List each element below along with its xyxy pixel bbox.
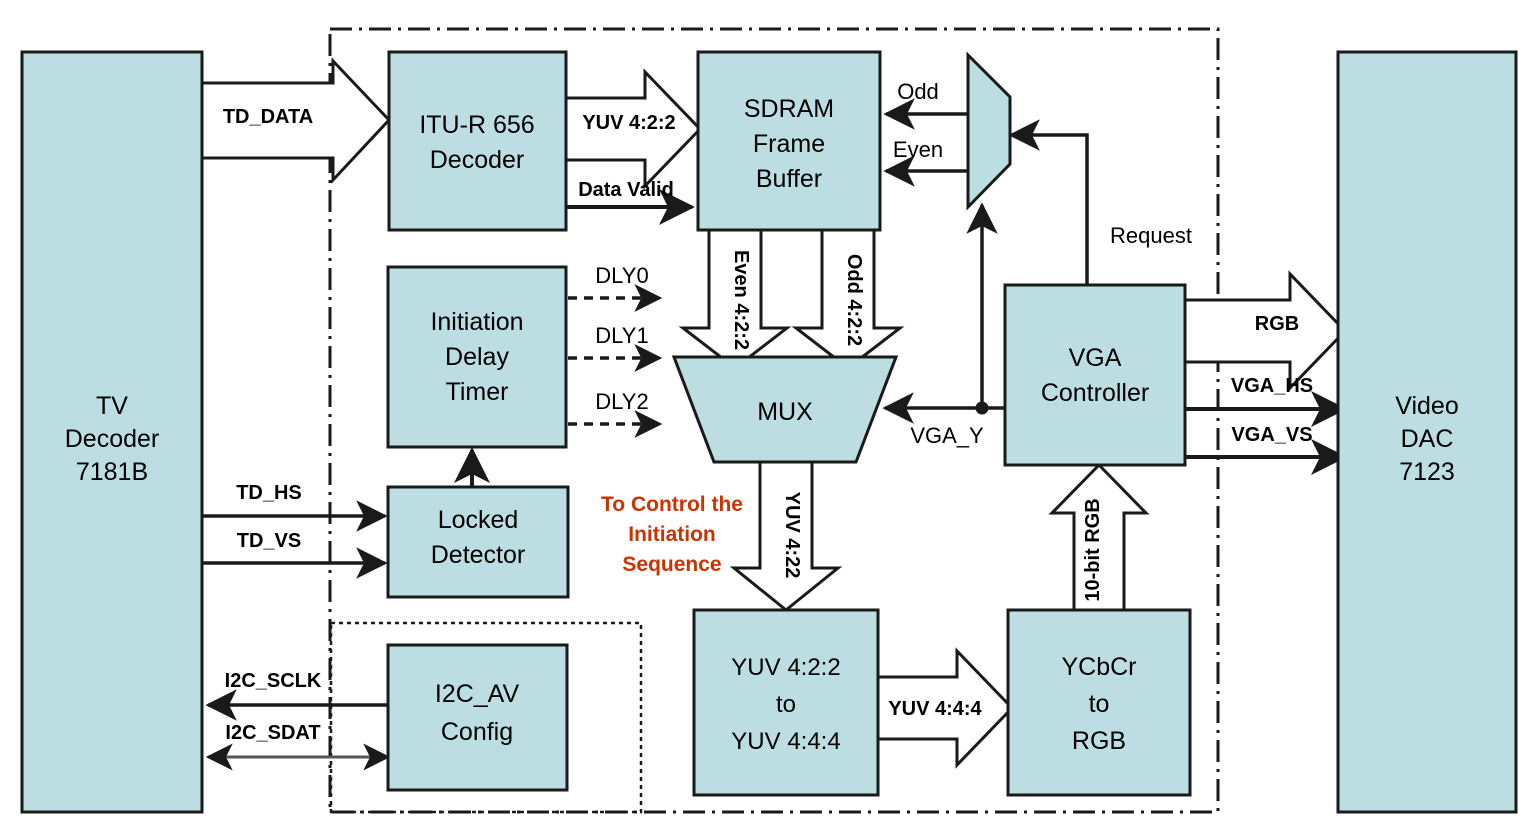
label-vga-hs: VGA_HS <box>1231 375 1313 397</box>
label-yuv444: YUV 4:4:4 <box>888 698 982 720</box>
yuv-conv-label-1: YUV 4:2:2 <box>731 654 840 681</box>
label-vga-y: VGA_Y <box>910 423 984 448</box>
tv-decoder-label-3: 7181B <box>76 458 148 486</box>
label-td-data: TD_DATA <box>223 106 313 128</box>
label-dly0: DLY0 <box>595 263 648 288</box>
itu-decoder-label-1: ITU-R 656 <box>419 111 534 139</box>
vga-controller-label-1: VGA <box>1069 344 1122 372</box>
label-data-valid: Data Valid <box>578 179 674 201</box>
yuv-conv-label-2: to <box>776 691 796 718</box>
wire-request <box>1008 119 1089 285</box>
mux-label: MUX <box>757 398 813 426</box>
label-even-422: Even 4:2:2 <box>730 250 752 350</box>
block-locked-detector[interactable]: Locked Detector <box>386 485 570 599</box>
block-video-dac[interactable]: Video DAC 7123 <box>1336 50 1518 814</box>
label-i2c-sdat: I2C_SDAT <box>225 722 320 744</box>
block-mux[interactable]: MUX <box>671 355 899 464</box>
sdram-label-3: Buffer <box>756 165 822 193</box>
video-dac-label-3: 7123 <box>1399 458 1455 486</box>
block-odd-even-demux[interactable] <box>966 51 1012 211</box>
ycbcr-label-2: to <box>1089 690 1110 718</box>
tv-decoder-label-1: TV <box>96 392 128 420</box>
init-timer-label-2: Delay <box>445 343 509 371</box>
annotation-init-sequence: To Control the Initiation Sequence <box>601 493 743 576</box>
diagram-canvas: TV Decoder 7181B Video DAC 7123 ITU-R 65… <box>0 0 1539 840</box>
label-odd: Odd <box>897 79 939 104</box>
label-request: Request <box>1110 223 1192 248</box>
yuv-conv-label-3: YUV 4:4:4 <box>731 728 840 755</box>
label-i2c-sclk: I2C_SCLK <box>225 670 322 692</box>
i2c-config-label-2: Config <box>441 718 513 746</box>
i2c-config-label-1: I2C_AV <box>435 680 520 708</box>
label-td-hs: TD_HS <box>236 482 302 504</box>
sdram-label-1: SDRAM <box>744 95 834 123</box>
note-line-3: Sequence <box>622 553 721 576</box>
wire-vga-y <box>882 202 1005 424</box>
label-vga-vs: VGA_VS <box>1231 424 1312 446</box>
note-line-1: To Control the <box>601 493 743 516</box>
locked-detector-label-1: Locked <box>438 506 519 534</box>
ycbcr-label-3: RGB <box>1072 727 1126 755</box>
label-even: Even <box>893 137 943 162</box>
init-timer-label-1: Initiation <box>430 308 523 336</box>
block-vga-controller[interactable]: VGA Controller <box>1003 283 1187 467</box>
vga-controller-label-2: Controller <box>1041 379 1149 407</box>
tv-decoder-label-2: Decoder <box>65 425 160 453</box>
block-itu-r-656-decoder[interactable]: ITU-R 656 Decoder <box>387 50 568 232</box>
ycbcr-label-1: YCbCr <box>1061 653 1136 681</box>
label-dly1: DLY1 <box>595 323 648 348</box>
label-10bit-rgb: 10-bit RGB <box>1082 498 1104 601</box>
block-yuv422-to-yuv444[interactable]: YUV 4:2:2 to YUV 4:4:4 <box>692 608 880 797</box>
itu-decoder-label-2: Decoder <box>430 146 525 174</box>
block-i2c-av-config[interactable]: I2C_AV Config <box>386 643 569 792</box>
video-dac-label-2: DAC <box>1401 425 1454 453</box>
block-tv-decoder[interactable]: TV Decoder 7181B <box>20 50 204 814</box>
block-diagram-svg: TV Decoder 7181B Video DAC 7123 ITU-R 65… <box>20 27 1518 814</box>
label-yuv422: YUV 4:2:2 <box>582 112 675 134</box>
block-sdram-frame-buffer[interactable]: SDRAM Frame Buffer <box>696 50 882 232</box>
locked-detector-label-2: Detector <box>431 541 525 569</box>
init-timer-label-3: Timer <box>446 378 509 406</box>
label-td-vs: TD_VS <box>237 530 301 552</box>
label-rgb: RGB <box>1255 313 1299 335</box>
note-line-2: Initiation <box>628 523 716 546</box>
sdram-label-2: Frame <box>753 130 825 158</box>
block-initiation-delay-timer[interactable]: Initiation Delay Timer <box>386 265 568 449</box>
video-dac-label-1: Video <box>1395 392 1459 420</box>
label-odd-422: Odd 4:2:2 <box>843 254 865 346</box>
label-yuv422-out: YUV 4:22 <box>781 492 803 579</box>
block-ycbcr-to-rgb[interactable]: YCbCr to RGB <box>1006 608 1192 797</box>
label-dly2: DLY2 <box>595 389 648 414</box>
